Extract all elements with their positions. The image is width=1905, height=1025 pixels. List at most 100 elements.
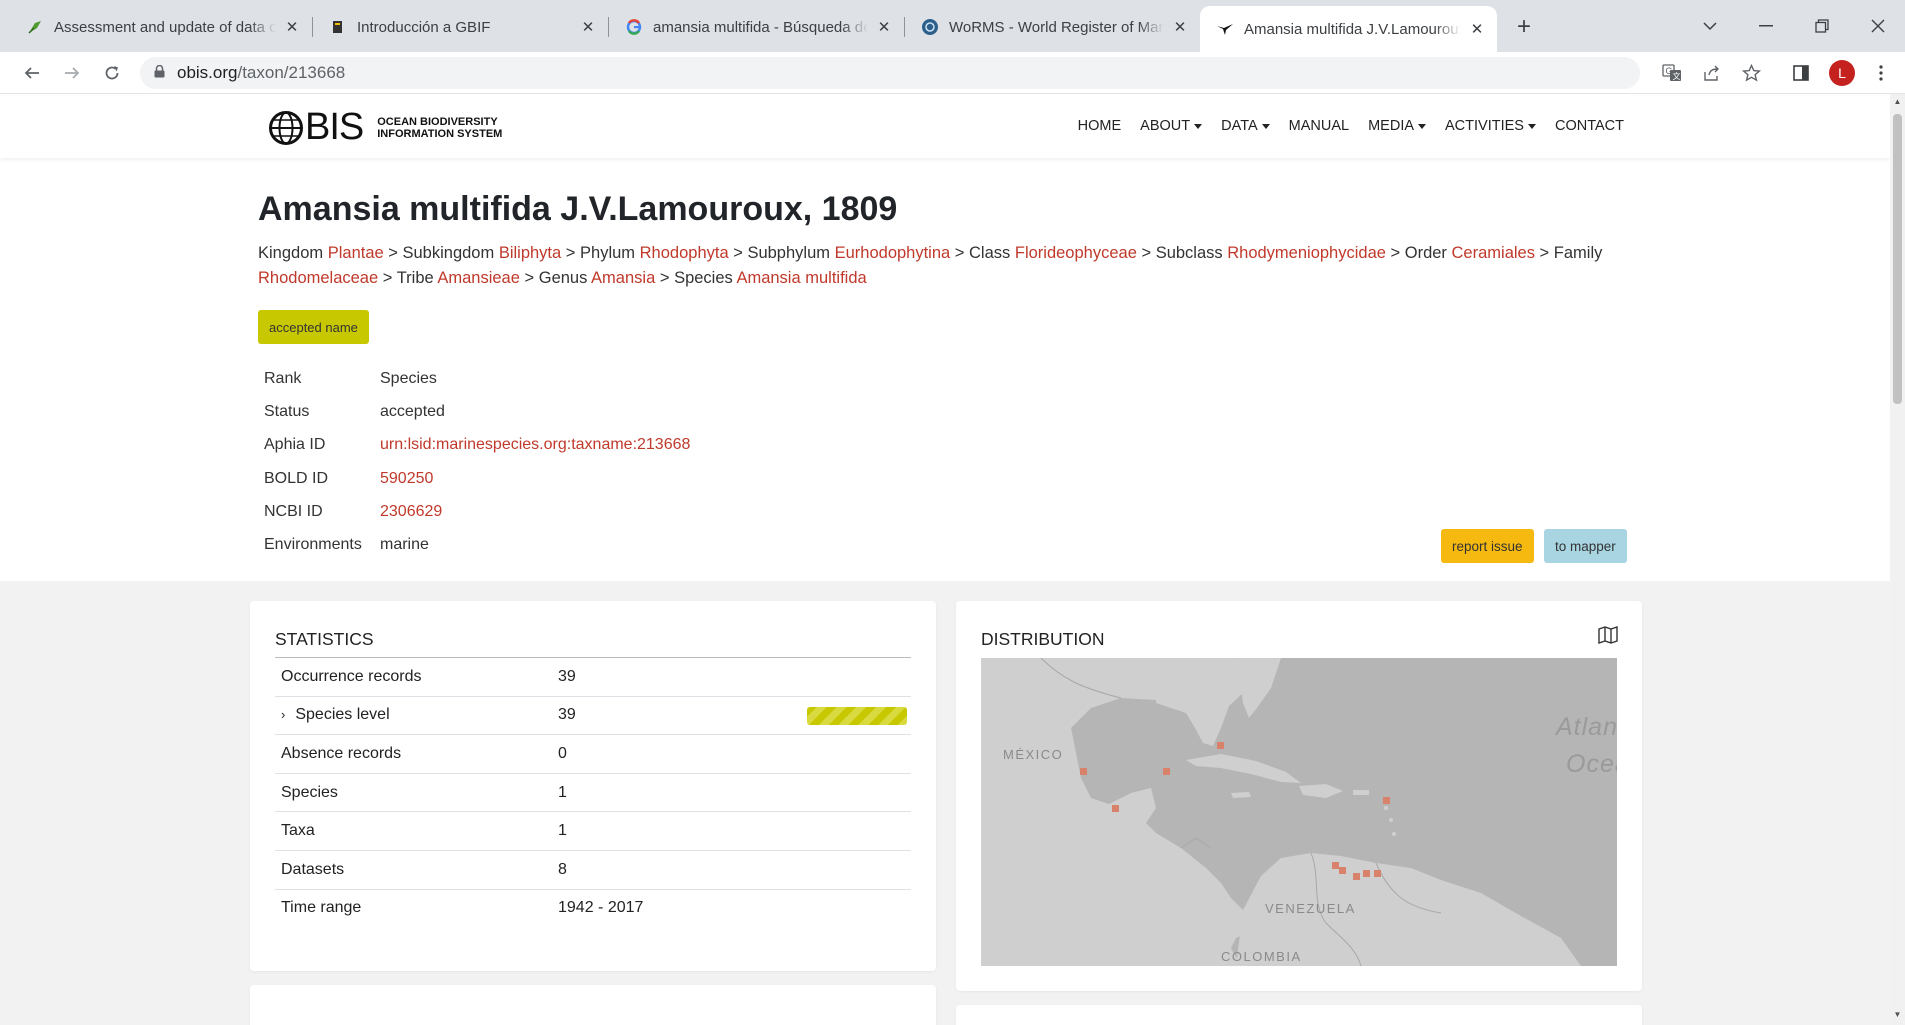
close-icon[interactable]: ✕ <box>578 17 598 37</box>
property-link[interactable]: urn:lsid:marinespecies.org:taxname:21366… <box>380 436 690 454</box>
nav-contact[interactable]: CONTACT <box>1555 118 1624 134</box>
occurrence-marker[interactable] <box>1383 797 1390 804</box>
scrollbar-thumb[interactable] <box>1893 114 1902 404</box>
nav-about-label: ABOUT <box>1140 118 1191 134</box>
breadcrumb-link[interactable]: Rhodophyta <box>640 244 729 262</box>
nav-activities[interactable]: ACTIVITIES <box>1445 118 1536 134</box>
property-link[interactable]: 2306629 <box>380 503 442 521</box>
reload-icon[interactable] <box>98 59 126 87</box>
share-icon[interactable] <box>1699 60 1725 86</box>
logo-text: BIS <box>305 106 364 148</box>
chevron-right-icon[interactable]: › <box>281 707 285 722</box>
report-issue-button[interactable]: report issue <box>1441 529 1534 563</box>
profile-avatar[interactable]: L <box>1829 60 1855 86</box>
restore-icon[interactable] <box>1808 12 1836 40</box>
property-value: accepted <box>380 402 445 420</box>
breadcrumb-link[interactable]: Eurhodophytina <box>835 244 951 262</box>
statistics-value: 39 <box>558 667 576 685</box>
close-icon[interactable]: ✕ <box>1467 19 1487 39</box>
menu-kebab-icon[interactable] <box>1868 60 1894 86</box>
occurrence-marker[interactable] <box>1363 870 1370 877</box>
occurrence-marker[interactable] <box>1217 742 1224 749</box>
breadcrumb-rank: Subphylum <box>747 244 831 262</box>
occurrence-marker[interactable] <box>1163 768 1170 775</box>
nav-media[interactable]: MEDIA <box>1368 118 1427 134</box>
browser-tab-1[interactable]: Assessment and update of data c ✕ <box>10 8 312 46</box>
tab-search-icon[interactable] <box>1696 12 1724 40</box>
distribution-title: DISTRIBUTION <box>981 629 1105 649</box>
side-panel-icon[interactable] <box>1788 60 1814 86</box>
logo-wordmark: BIS <box>268 106 364 149</box>
statistics-key-label: Time range <box>281 899 362 917</box>
breadcrumb-separator: > <box>378 269 397 287</box>
close-icon[interactable]: ✕ <box>874 17 894 37</box>
breadcrumb-rank: Subkingdom <box>402 244 495 262</box>
breadcrumb-link[interactable]: Plantae <box>328 244 384 262</box>
breadcrumb-link[interactable]: Amansia multifida <box>736 269 866 287</box>
browser-tab-2[interactable]: Introducción a GBIF ✕ <box>313 8 608 46</box>
close-icon[interactable]: ✕ <box>282 17 302 37</box>
nav-activities-label: ACTIVITIES <box>1445 118 1524 134</box>
taxonomy-breadcrumb: Kingdom Plantae > Subkingdom Biliphyta >… <box>258 241 1628 291</box>
nav-media-label: MEDIA <box>1368 118 1415 134</box>
breadcrumb-link[interactable]: Amansia <box>591 269 655 287</box>
bookmark-star-icon[interactable] <box>1738 60 1764 86</box>
new-tab-button[interactable]: + <box>1510 13 1538 41</box>
breadcrumb-separator: > <box>950 244 970 262</box>
back-icon[interactable] <box>18 59 46 87</box>
occurrence-marker[interactable] <box>1353 873 1360 880</box>
statistics-row: Datasets 8 <box>275 849 911 889</box>
property-row: Aphia ID urn:lsid:marinespecies.org:taxna… <box>258 429 690 462</box>
breadcrumb-separator: > <box>1136 244 1156 262</box>
translate-icon[interactable]: G文 <box>1659 60 1685 86</box>
breadcrumb-separator: > <box>1385 244 1405 262</box>
statistics-key: Absence records <box>275 745 558 763</box>
breadcrumb-link[interactable]: Rhodymeniophycidae <box>1227 244 1386 262</box>
map-icon[interactable] <box>1598 626 1618 649</box>
statistics-title: STATISTICS <box>275 629 374 649</box>
gbif-leaf-icon <box>26 18 44 36</box>
browser-tab-3[interactable]: amansia multifida - Búsqueda de ✕ <box>609 8 904 46</box>
tab-title: Introducción a GBIF <box>357 18 491 36</box>
close-window-icon[interactable] <box>1864 12 1892 40</box>
url-input[interactable]: obis.org/taxon/213668 <box>140 57 1640 89</box>
occurrence-marker[interactable] <box>1332 862 1339 869</box>
distribution-map[interactable]: MÉXICO VENEZUELA COLOMBIA Atlan Ocea <box>981 658 1617 966</box>
breadcrumb-link[interactable]: Amansieae <box>437 269 520 287</box>
breadcrumb-link[interactable]: Biliphyta <box>499 244 561 262</box>
property-link[interactable]: 590250 <box>380 470 433 488</box>
browser-tab-4[interactable]: WoRMS - World Register of Mari ✕ <box>905 8 1200 46</box>
occurrence-marker[interactable] <box>1112 805 1119 812</box>
nav-data-label: DATA <box>1221 118 1258 134</box>
map-label-colombia: COLOMBIA <box>1221 949 1302 964</box>
obis-logo[interactable]: BIS OCEAN BIODIVERSITY INFORMATION SYSTE… <box>268 106 502 149</box>
breadcrumb-link[interactable]: Ceramiales <box>1452 244 1535 262</box>
close-icon[interactable]: ✕ <box>1170 17 1190 37</box>
nav-home[interactable]: HOME <box>1078 118 1122 134</box>
statistics-row[interactable]: › Species level 39 <box>275 695 911 735</box>
scroll-down-icon[interactable]: ▼ <box>1893 1010 1902 1020</box>
breadcrumb-link[interactable]: Rhodomelaceae <box>258 269 378 287</box>
tab-title: Assessment and update of data c <box>54 18 276 36</box>
forward-icon[interactable] <box>58 59 86 87</box>
nav-manual[interactable]: MANUAL <box>1289 118 1349 134</box>
browser-tab-5-active[interactable]: Amansia multifida J.V.Lamouroux ✕ <box>1200 6 1497 52</box>
accepted-name-badge: accepted name <box>258 310 369 344</box>
breadcrumb-rank: Tribe <box>396 269 434 287</box>
minimize-icon[interactable] <box>1752 12 1780 40</box>
breadcrumb-link[interactable]: Florideophyceae <box>1015 244 1137 262</box>
map-label-ocean: Ocea <box>1566 750 1617 778</box>
occurrence-marker[interactable] <box>1339 867 1346 874</box>
nav-data[interactable]: DATA <box>1221 118 1270 134</box>
occurrence-marker[interactable] <box>1080 768 1087 775</box>
page-scrollbar[interactable]: ▲ ▼ <box>1890 94 1905 1025</box>
statistics-value: 39 <box>558 706 576 724</box>
nav-about[interactable]: ABOUT <box>1140 118 1203 134</box>
breadcrumb-separator: > <box>655 269 675 287</box>
occurrence-marker[interactable] <box>1374 870 1381 877</box>
scroll-up-icon[interactable]: ▲ <box>1893 97 1902 107</box>
statistics-value: 1942 - 2017 <box>558 899 644 917</box>
caret-down-icon <box>1527 123 1536 129</box>
statistics-row: Time range 1942 - 2017 <box>275 888 911 928</box>
to-mapper-button[interactable]: to mapper <box>1544 529 1627 563</box>
